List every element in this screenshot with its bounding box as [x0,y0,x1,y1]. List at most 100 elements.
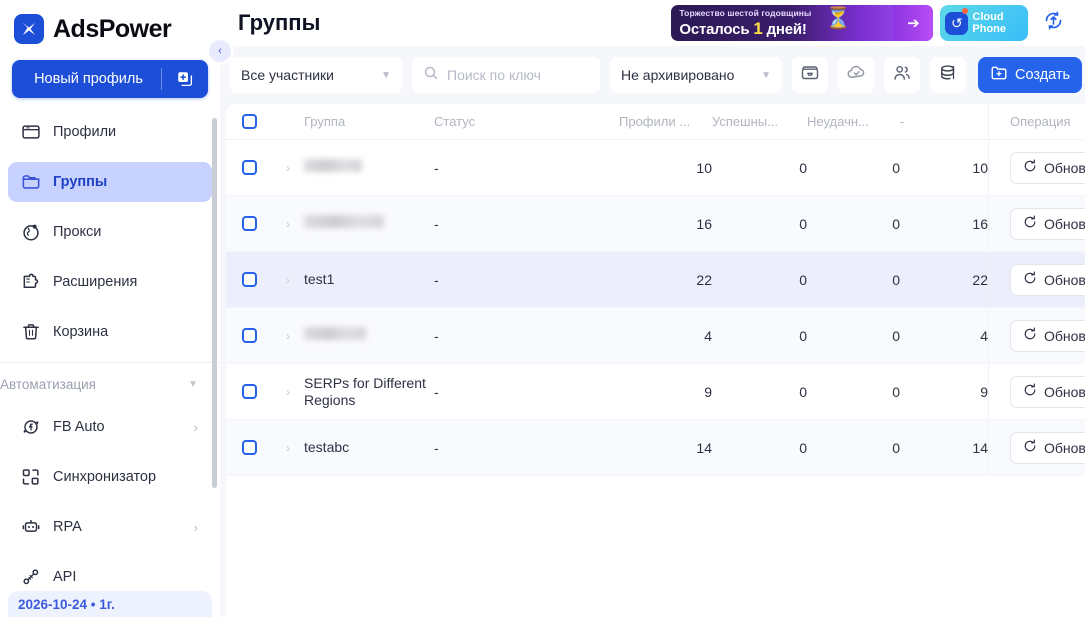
archive-filter-select[interactable]: Не архивировано ▼ [610,57,782,93]
sidebar-item-rpa[interactable]: RPA › [8,507,212,547]
refresh-icon [1023,327,1037,344]
chevron-right-icon: › [193,419,198,435]
sidebar-item-extensions[interactable]: Расширения [8,262,212,302]
cell-failed: 0 [892,439,900,456]
cell-status: - [434,271,439,288]
create-group-button[interactable]: Создать [978,57,1083,93]
list-menu-button[interactable] [1078,5,1085,41]
adspower-logo-icon [14,14,44,44]
cell-status: - [434,383,439,400]
promo-text: Торжество шестой годовщины Осталось 1 дн… [671,5,893,41]
main-area: Группы Торжество шестой годовщины Остало… [220,0,1085,617]
new-profile-button[interactable]: Новый профиль [12,60,208,98]
cell-failed: 0 [892,159,900,176]
sidebar-item-fb-auto[interactable]: FB Auto › [8,407,212,447]
refresh-button[interactable]: Обновить [1010,263,1085,296]
cell-failed: 0 [892,383,900,400]
column-header-failed[interactable]: Неудачн... [807,114,900,129]
anniversary-promo-banner[interactable]: Торжество шестой годовщины Осталось 1 дн… [671,5,934,41]
archive-box-button[interactable] [792,57,828,93]
arrow-right-icon[interactable]: ➔ [893,5,934,41]
column-header-profiles[interactable]: Профили ... [619,114,712,129]
sidebar-group-automation[interactable]: Автоматизация ▼ [0,369,212,399]
row-select-cell [226,216,272,231]
sync-update-button[interactable] [1035,5,1072,41]
column-divider [988,420,989,475]
row-checkbox[interactable] [241,384,257,399]
row-checkbox[interactable] [241,440,257,455]
row-select-cell [226,384,272,399]
row-expand-toggle[interactable]: › [272,441,304,455]
refresh-button[interactable]: Обновить [1010,319,1085,352]
refresh-button[interactable]: Обновить [1010,151,1085,184]
add-profile-icon[interactable] [162,70,208,88]
cell-failed: 0 [892,271,900,288]
row-expand-toggle[interactable]: › [272,385,304,399]
cell-profiles: 4 [704,327,712,344]
cell-status: - [434,327,439,344]
new-profile-wrap: Новый профиль [0,60,220,98]
sidebar-item-trash[interactable]: Корзина [8,312,212,352]
table-row[interactable]: › - 16 0 0 16 Обновить [226,196,1085,252]
row-checkbox[interactable] [241,272,257,287]
row-checkbox[interactable] [241,160,257,175]
refresh-button[interactable]: Обновить [1010,431,1085,464]
cloud-check-icon [846,62,867,88]
chevron-right-icon: › [286,272,290,287]
select-all-checkbox[interactable] [241,114,257,129]
sidebar-group-label: Автоматизация [0,376,96,392]
sidebar-item-proxy[interactable]: Прокси [8,212,212,252]
brand: AdsPower [0,0,220,58]
refresh-label: Обновить [1044,159,1085,176]
refresh-icon [1023,215,1037,232]
refresh-button[interactable]: Обновить [1010,375,1085,408]
sidebar-item-label: Прокси [53,224,102,240]
chevron-right-icon: › [286,328,290,343]
column-header-dash[interactable]: - [900,114,988,129]
cell-group [304,327,434,344]
sidebar-bottom-card[interactable]: 2026-10-24 • 1г. [8,591,212,617]
cell-operation: Обновить [988,420,1085,475]
table-row[interactable]: › testabc - 14 0 0 14 Обновить [226,420,1085,476]
table-row[interactable]: › - 10 0 0 10 Обновить [226,140,1085,196]
cell-operation: Обновить [988,252,1085,307]
proxy-globe-icon [20,222,41,243]
group-name: SERPs for Different Regions [304,374,426,408]
search-box[interactable] [412,57,600,93]
row-checkbox[interactable] [241,216,257,231]
search-icon [423,65,439,86]
cell-operation: Обновить [988,140,1085,195]
sidebar-bottom-card-text: 2026-10-24 • 1г. [18,597,115,612]
chevron-right-icon: › [286,384,290,399]
row-expand-toggle[interactable]: › [272,161,304,175]
cloud-check-button[interactable] [838,57,874,93]
row-checkbox[interactable] [241,328,257,343]
row-expand-toggle[interactable]: › [272,217,304,231]
cloud-phone-button[interactable]: ↺ Cloud Phone [940,5,1029,41]
table-row[interactable]: › SERPs for Different Regions- 9 0 0 9 Обновит… [226,364,1085,420]
search-input[interactable] [447,67,589,83]
row-expand-toggle[interactable]: › [272,273,304,287]
profiles-icon [20,122,41,143]
team-users-button[interactable] [884,57,920,93]
redacted-group-name [304,159,362,172]
column-header-success[interactable]: Успешны... [712,114,807,129]
sidebar-collapse-button[interactable]: ‹ [209,40,231,62]
column-header-status[interactable]: Статус [434,114,619,129]
table-row[interactable]: › - 4 0 0 4 Обновить [226,308,1085,364]
sidebar-item-groups[interactable]: Группы [8,162,212,202]
cell-dash: 9 [980,383,988,400]
refresh-button[interactable]: Обновить [1010,207,1085,240]
sidebar-scrollbar-thumb[interactable] [212,118,217,488]
members-filter-select[interactable]: Все участники ▼ [230,57,402,93]
cell-dash: 14 [972,439,988,456]
table-row[interactable]: › test1 - 22 0 0 22 Обновить [226,252,1085,308]
chevron-left-icon: ‹ [218,45,222,57]
promo-line2-suffix: дней! [766,21,807,38]
sidebar-item-synchronizer[interactable]: Синхронизатор [8,457,212,497]
row-expand-toggle[interactable]: › [272,329,304,343]
cell-profiles: 14 [696,439,712,456]
database-button[interactable] [930,57,966,93]
sidebar-item-profiles[interactable]: Профили [8,112,212,152]
column-header-group[interactable]: Группа [304,113,434,130]
